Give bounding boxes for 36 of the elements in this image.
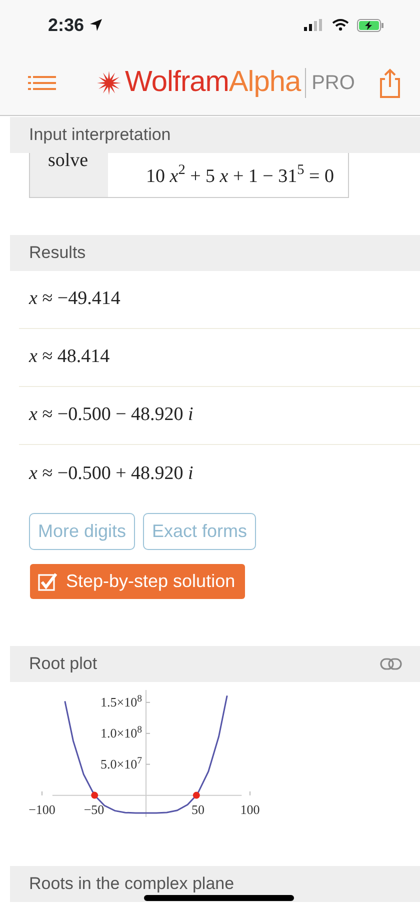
battery-charging-icon bbox=[357, 18, 384, 32]
x-tick-label: −50 bbox=[84, 802, 104, 816]
pro-label: PRO bbox=[304, 68, 355, 98]
y-tick-mark bbox=[146, 732, 150, 734]
share-icon[interactable] bbox=[378, 68, 402, 98]
y-tick-mark bbox=[146, 701, 150, 702]
step-by-step-button[interactable]: Step-by-step solution bbox=[30, 564, 246, 599]
status-time: 2:36 bbox=[48, 14, 84, 36]
y-tick-label: 1.5×10$^{8}$ bbox=[100, 695, 142, 708]
option-button[interactable]: More digits bbox=[29, 513, 136, 550]
y-tick-label: 5.0×10$^{7}$ bbox=[100, 757, 142, 770]
root-point bbox=[91, 791, 98, 798]
y-tick-label: 1.0×10$^{8}$ bbox=[100, 726, 142, 740]
pod-title: Root plot bbox=[29, 652, 98, 675]
result-value: x ≈ −0.500 + 48.920 i bbox=[29, 462, 194, 486]
menu-icon[interactable] bbox=[28, 74, 56, 90]
result-value: x ≈ 48.414 bbox=[29, 345, 110, 370]
y-tick-mark bbox=[146, 763, 150, 764]
wifi-icon bbox=[332, 19, 349, 31]
x-tick-label: 100 bbox=[240, 802, 260, 816]
link-icon[interactable] bbox=[380, 658, 402, 670]
pod-title: Input interpretation bbox=[29, 124, 171, 146]
query-label: solve bbox=[48, 153, 90, 173]
result-value: x ≈ −49.414 bbox=[29, 287, 120, 312]
checkbox-icon bbox=[38, 572, 58, 592]
root-point bbox=[192, 791, 200, 798]
option-button[interactable]: Exact forms bbox=[143, 513, 256, 550]
query-expression: 10 x$^{2}$ + 5 x + 1 − 31$^{5}$ = 0 bbox=[146, 162, 334, 188]
pod-title: Results bbox=[29, 242, 86, 264]
pod-title: Roots in the complex plane bbox=[29, 872, 234, 895]
signal-icon bbox=[304, 19, 324, 31]
x-tick-label: 50 bbox=[192, 802, 204, 816]
location-arrow-icon bbox=[89, 18, 104, 32]
x-tick-label: −100 bbox=[28, 802, 56, 816]
result-value: x ≈ −0.500 − 48.920 i bbox=[29, 403, 194, 428]
brand-logo-text: WolframAlpha bbox=[125, 64, 301, 100]
